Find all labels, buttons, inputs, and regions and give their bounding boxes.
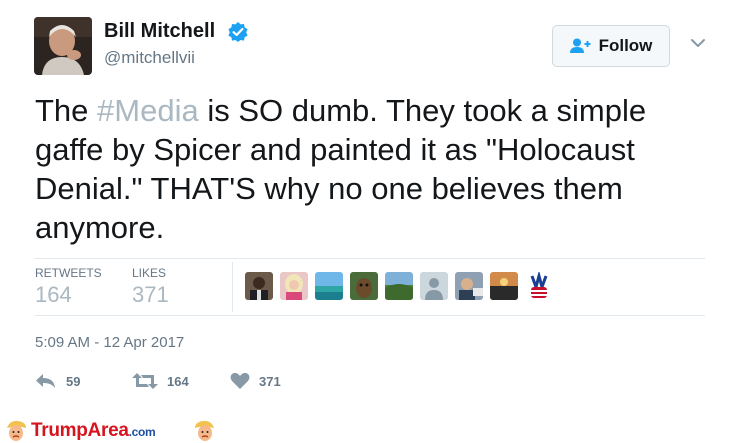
- liker-avatar[interactable]: [245, 272, 273, 300]
- tweet-text-part: The: [35, 93, 98, 128]
- brand-watermark: TrumpArea.com: [31, 420, 156, 442]
- retweet-count: 164: [167, 373, 189, 389]
- divider: [35, 258, 705, 259]
- follow-label: Follow: [598, 36, 653, 55]
- liker-avatar[interactable]: [490, 272, 518, 300]
- heart-icon: [230, 372, 250, 389]
- tweet-text: The #Media is SO dumb. They took a simpl…: [35, 91, 715, 247]
- follow-button[interactable]: Follow: [552, 25, 670, 67]
- reply-icon: [36, 374, 55, 388]
- reply-button[interactable]: 59: [35, 371, 80, 391]
- liker-avatar[interactable]: [455, 272, 483, 300]
- trump-caricature-icon: [7, 420, 26, 441]
- retweets-count[interactable]: 164: [35, 282, 72, 308]
- liker-avatar[interactable]: [280, 272, 308, 300]
- liker-avatar[interactable]: [385, 272, 413, 300]
- brand-name: TrumpArea: [31, 420, 129, 441]
- divider: [35, 315, 705, 316]
- tweet-timestamp[interactable]: 5:09 AM - 12 Apr 2017: [35, 334, 184, 351]
- like-button[interactable]: 371: [230, 371, 281, 391]
- liker-avatar[interactable]: [420, 272, 448, 300]
- retweets-label[interactable]: RETWEETS: [35, 266, 102, 280]
- liker-avatar[interactable]: [525, 272, 553, 300]
- brand-suffix: .com: [128, 425, 156, 439]
- liker-avatar[interactable]: [315, 272, 343, 300]
- liker-avatar[interactable]: [350, 272, 378, 300]
- likes-count[interactable]: 371: [132, 282, 169, 308]
- like-count: 371: [259, 373, 281, 389]
- trump-caricature-icon: [195, 420, 214, 441]
- add-user-icon: [569, 38, 591, 53]
- author-name[interactable]: Bill Mitchell: [104, 20, 215, 43]
- retweet-button[interactable]: 164: [132, 371, 189, 391]
- chevron-down-icon[interactable]: [689, 36, 707, 50]
- retweet-icon: [132, 373, 158, 389]
- likes-label[interactable]: LIKES: [132, 266, 166, 280]
- hashtag-link[interactable]: #Media: [97, 93, 199, 128]
- verified-badge-icon: [228, 22, 248, 42]
- reply-count: 59: [66, 373, 81, 389]
- divider: [232, 262, 233, 312]
- author-handle[interactable]: @mitchellvii: [104, 48, 195, 68]
- author-avatar[interactable]: [34, 17, 92, 75]
